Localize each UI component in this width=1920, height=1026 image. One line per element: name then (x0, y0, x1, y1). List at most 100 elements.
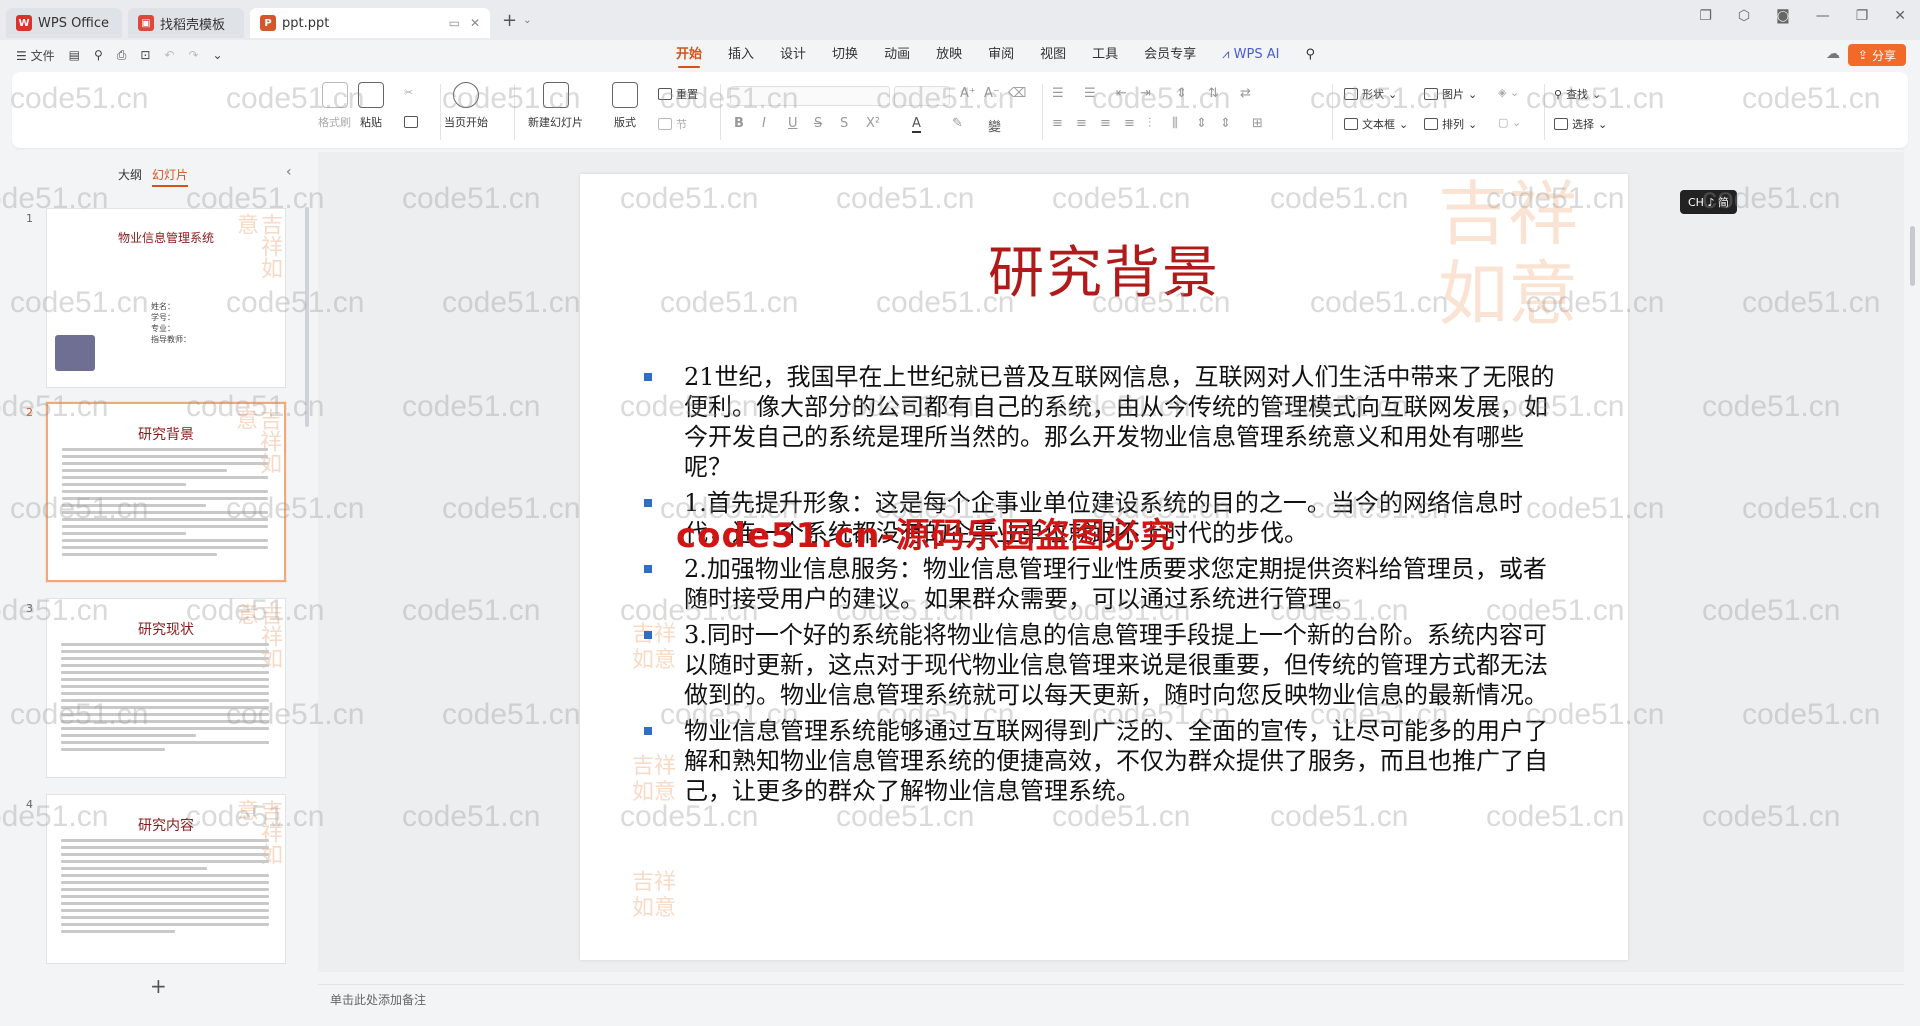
arrange-button[interactable]: 排列 ⌄ (1424, 116, 1477, 132)
distribute-icon[interactable]: ⫶ (1148, 116, 1151, 131)
align-left-icon[interactable]: ≡ (1052, 116, 1063, 131)
minimize-icon[interactable]: — (1816, 8, 1830, 24)
tab-wps-office[interactable]: W WPS Office (6, 8, 122, 38)
decrease-indent-icon[interactable]: ⇤ (1116, 86, 1127, 101)
outline-icon[interactable]: ▢ ⌄ (1498, 116, 1521, 129)
tab-animation[interactable]: 动画 (884, 40, 910, 70)
new-slide-button[interactable]: 新建幻灯片 (528, 82, 583, 130)
notes-field[interactable]: 单击此处添加备注 (318, 984, 1904, 1014)
more-icon[interactable]: ⌄ (213, 48, 223, 62)
layout-icon[interactable]: ❐ (1699, 8, 1712, 24)
convert-icon[interactable]: ⇄ (1240, 86, 1251, 101)
reset-button[interactable]: 重置 (658, 86, 698, 102)
bold-icon[interactable]: B (734, 116, 744, 131)
tab-ppt-file[interactable]: P ppt.ppt ▭ ✕ (250, 8, 490, 38)
collapse-panel-icon[interactable]: ‹ (286, 164, 292, 180)
save-icon[interactable]: ▤ (69, 48, 80, 62)
clear-format-icon[interactable]: ⌫ (1008, 86, 1026, 101)
textbox-button[interactable]: 文本框 ⌄ (1344, 116, 1408, 132)
paragraph-spacing-icon[interactable]: ⇕ (1196, 116, 1207, 131)
tab-transition[interactable]: 切换 (832, 40, 858, 70)
tab-view[interactable]: 视图 (1040, 40, 1066, 70)
strikethrough-icon[interactable]: S (814, 116, 822, 131)
maximize-icon[interactable]: ❐ (1856, 8, 1869, 24)
tab-home[interactable]: 开始 (676, 40, 702, 70)
add-slide-button[interactable]: + (150, 974, 167, 998)
cube-icon[interactable]: ⬡ (1738, 8, 1750, 24)
file-label: 文件 (30, 48, 55, 63)
preview-icon[interactable]: ⊡ (140, 48, 150, 62)
select-button[interactable]: 选择 ⌄ (1554, 116, 1607, 132)
cloud-sync-icon[interactable]: ☁ (1826, 46, 1840, 62)
redo-icon[interactable]: ↷ (188, 48, 198, 62)
cut-icon[interactable]: ✂ (404, 86, 413, 99)
font-color-icon[interactable]: A (912, 116, 921, 133)
shape-button[interactable]: 形状 ⌄ (1344, 86, 1397, 102)
align-right-icon[interactable]: ≡ (1100, 116, 1111, 131)
section-button[interactable]: 节 (658, 116, 687, 132)
avatar-icon[interactable]: ◙ (1776, 8, 1790, 24)
tab-design[interactable]: 设计 (780, 40, 806, 70)
ime-indicator[interactable]: CH ♪ 简 (1680, 190, 1737, 214)
line-spacing-icon[interactable]: ⇕ (1220, 116, 1231, 131)
superscript-icon[interactable]: X² (866, 116, 880, 131)
underline-icon[interactable]: U (788, 116, 798, 131)
tab-template[interactable]: ▣ 找稻壳模板 (128, 8, 244, 38)
sort-icon[interactable]: ⇅ (1208, 86, 1219, 101)
picture-button[interactable]: 图片 ⌄ (1424, 86, 1477, 102)
grow-font-icon[interactable]: A⁺ (960, 86, 976, 101)
wps-ai-button[interactable]: ⩘ WPS AI (1222, 40, 1279, 70)
char-spacing-icon[interactable]: 變 (988, 116, 1001, 135)
column-icon[interactable]: ⫼ (1172, 116, 1178, 131)
tab-outline[interactable]: 大纲 (118, 166, 142, 187)
undo-icon[interactable]: ↶ (164, 48, 174, 62)
canvas-scrollbar[interactable] (1908, 152, 1918, 982)
print-icon[interactable]: ⎙ (117, 48, 127, 63)
file-menu[interactable]: ☰ 文件 (16, 47, 55, 64)
slide-body-textbox[interactable]: 21世纪，我国早在上世纪就已普及互联网信息，互联网对人们生活中带来了无限的便利。… (644, 362, 1564, 812)
tab-review[interactable]: 审阅 (988, 40, 1014, 70)
tab-insert[interactable]: 插入 (728, 40, 754, 70)
find-button[interactable]: ⚲ 查找 ⌄ (1554, 86, 1601, 102)
italic-icon[interactable]: I (762, 116, 766, 131)
align-center-icon[interactable]: ≡ (1076, 116, 1087, 131)
slide-title[interactable]: 研究背景 (580, 228, 1628, 309)
font-name-select[interactable] (730, 86, 890, 106)
layout-button[interactable]: 版式 (612, 82, 638, 130)
current-slide[interactable]: 吉祥 如意 吉祥 如意 吉祥 如意 吉祥 如意 研究背景 21世纪，我国早在上世纪就已普… (580, 174, 1628, 960)
tab-tools[interactable]: 工具 (1092, 40, 1118, 70)
share-button[interactable]: ⇪ 分享 (1847, 44, 1906, 66)
tab-member[interactable]: 会员专享 (1144, 40, 1196, 70)
slide-thumbnail-4[interactable]: 吉祥如意 研究内容 (46, 794, 286, 964)
format-painter-button[interactable]: 格式刷 (318, 82, 351, 130)
text-direction-icon[interactable]: ⇕ (1176, 86, 1187, 101)
close-tab-icon[interactable]: ✕ (470, 16, 480, 30)
close-window-icon[interactable]: ✕ (1894, 8, 1906, 24)
tab-slides[interactable]: 幻灯片 (152, 166, 189, 187)
slide-thumbnail-2[interactable]: 吉祥如意 研究背景 (46, 402, 286, 582)
numbered-list-icon[interactable]: ☰ (1084, 86, 1096, 101)
cloud-save-icon[interactable]: ⚲ (94, 48, 103, 62)
vertical-align-icon[interactable]: ⊞ (1252, 116, 1263, 131)
slide-thumbnail-1[interactable]: 吉祥如意 物业信息管理系统 姓名： 学号： 专业： 指导教师： (46, 208, 286, 388)
font-size-select[interactable] (894, 86, 950, 106)
search-icon[interactable]: ⚲ (1305, 40, 1315, 70)
scroll-thumb[interactable] (1910, 226, 1915, 286)
copy-icon[interactable] (404, 116, 418, 128)
chevron-down-icon[interactable]: ⌄ (523, 15, 531, 26)
tab-slideshow[interactable]: 放映 (936, 40, 962, 70)
fill-icon[interactable]: ◈ ⌄ (1498, 86, 1519, 99)
slide-thumbnail-3[interactable]: 吉祥如意 研究现状 (46, 598, 286, 778)
shadow-icon[interactable]: S (840, 116, 848, 131)
highlight-icon[interactable]: ✎ (952, 116, 963, 131)
increase-indent-icon[interactable]: ⇥ (1140, 86, 1151, 101)
paste-button[interactable]: 粘贴 (358, 82, 384, 130)
play-current-button[interactable]: 当页开始 (444, 82, 488, 130)
shrink-font-icon[interactable]: A⁻ (984, 86, 1000, 101)
justify-icon[interactable]: ≡ (1124, 116, 1135, 131)
bullet-list-icon[interactable]: ☰ (1052, 86, 1064, 101)
new-tab-button[interactable]: + (502, 10, 517, 31)
panel-scrollbar[interactable] (305, 207, 309, 427)
picture-label: 图片 (1442, 88, 1464, 101)
window-restore-icon[interactable]: ▭ (449, 16, 460, 30)
